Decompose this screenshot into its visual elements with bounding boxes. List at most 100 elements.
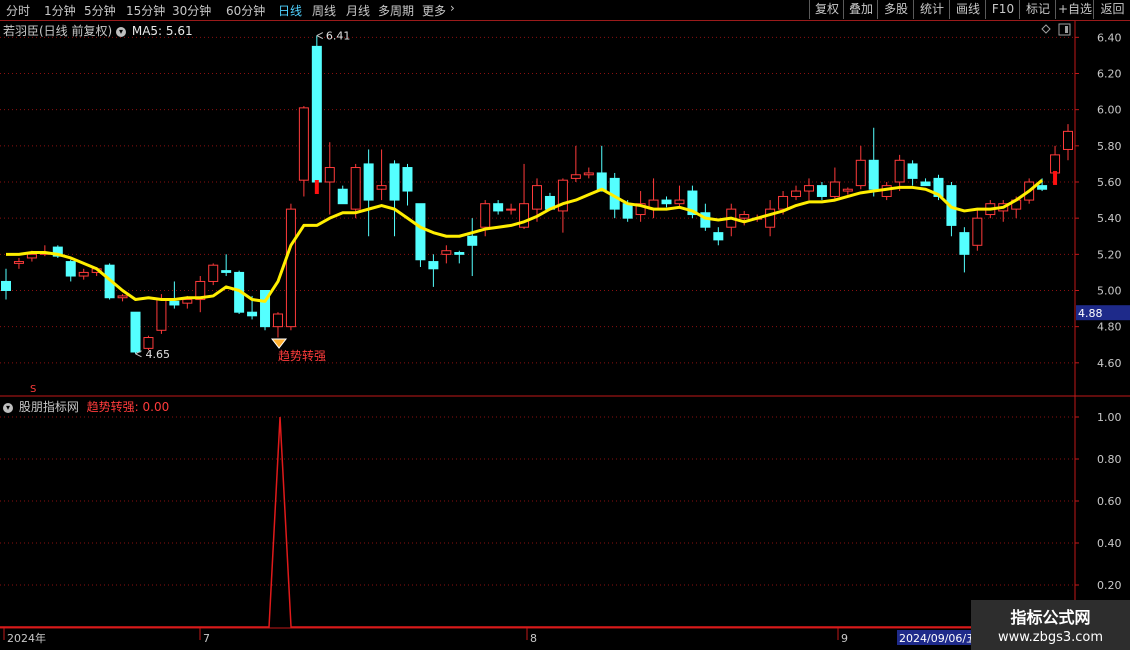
high-arrow-icon (316, 32, 324, 39)
tab-4[interactable]: 30分钟 (172, 2, 211, 19)
candle-body-23 (298, 107, 309, 181)
candle-body-60 (778, 195, 789, 210)
candle-body-80 (1037, 185, 1048, 190)
candle-body-28 (363, 163, 374, 201)
candle-body-22 (285, 208, 296, 328)
main-y-tick-label-5: 5.40 (1097, 212, 1122, 225)
tab-10[interactable]: 更多 (422, 2, 446, 19)
candle-body-64 (829, 181, 840, 197)
main-y-tick-label-3: 5.80 (1097, 140, 1122, 153)
limit-marker-0 (314, 180, 319, 194)
main-y-tick-label-2: 6.00 (1097, 104, 1122, 117)
candle-body-66 (855, 159, 866, 187)
candle-body-33 (428, 261, 439, 270)
candle-body-35 (454, 252, 465, 255)
toolbar-button-5[interactable]: F10 (985, 0, 1020, 19)
candle-body-51 (661, 199, 672, 205)
sub-y-tick-label-2: 0.60 (1097, 495, 1122, 508)
x-axis-label-1: 7 (203, 632, 210, 645)
candle-body-14 (182, 299, 193, 304)
candle-body-81 (1050, 154, 1061, 174)
current-price-text: 4.88 (1078, 307, 1103, 320)
candle-body-19 (247, 311, 258, 317)
candle-body-63 (816, 185, 827, 197)
candle-body-37 (480, 203, 491, 228)
candle-body-65 (842, 188, 853, 192)
candle-body-75 (972, 217, 983, 246)
toolbar-button-3[interactable]: 统计 (913, 0, 950, 19)
toolbar-button-6[interactable]: 标记 (1019, 0, 1056, 19)
candle-body-26 (337, 188, 348, 205)
tab-1[interactable]: 1分钟 (44, 2, 76, 19)
candle-body-1 (13, 261, 24, 264)
mark-s-icon: S (30, 384, 36, 395)
candle-body-31 (402, 167, 413, 192)
candle-body-71 (920, 181, 931, 187)
cursor-date-text: 2024/09/06/五 (899, 632, 977, 645)
x-axis-label-0: 2024年 (7, 631, 46, 645)
candle-body-74 (959, 232, 970, 255)
candle-body-52 (674, 199, 685, 205)
x-axis-label-3: 9 (841, 632, 848, 645)
candle-body-41 (532, 185, 542, 210)
candle-body-30 (389, 163, 400, 201)
main-y-tick-label-8: 4.80 (1097, 321, 1122, 334)
candle-body-2 (26, 253, 37, 259)
candle-body-55 (713, 232, 724, 241)
tab-0[interactable]: 分时 (6, 2, 30, 19)
candle-body-6 (78, 271, 89, 277)
tab-5[interactable]: 60分钟 (226, 2, 265, 19)
panel-expand-icon-bar (1065, 26, 1068, 33)
tab-9[interactable]: 多周期 (378, 2, 414, 19)
candle-body-21 (272, 313, 283, 328)
toolbar-button-8[interactable]: 返回 (1093, 0, 1130, 19)
candle-body-82 (1063, 130, 1073, 150)
kline-chart[interactable]: 6.40 6.20 6.00 5.80 5.60 5.40 5.20 5.00 4.80 4.60… (0, 21, 1130, 650)
candle-body-69 (894, 159, 905, 183)
candle-body-0 (1, 280, 11, 292)
watermark-url: www.zbgs3.com (997, 630, 1104, 645)
toolbar-button-1[interactable]: 叠加 (843, 0, 878, 19)
candle-body-36 (467, 235, 478, 246)
toolbar-button-2[interactable]: 多股 (877, 0, 914, 19)
tab-8[interactable]: 月线 (346, 2, 370, 19)
candle-body-10 (130, 311, 141, 353)
tab-2[interactable]: 5分钟 (84, 2, 116, 19)
main-y-tick-label-0: 6.40 (1097, 31, 1122, 44)
main-y-tick-label-6: 5.20 (1097, 248, 1122, 261)
high-price-label: 6.41 (326, 30, 351, 43)
candle-body-24 (311, 45, 322, 183)
main-y-tick-label-7: 5.00 (1097, 285, 1122, 298)
chevron-right-icon[interactable]: › (450, 1, 455, 15)
candle-body-67 (868, 159, 879, 190)
signal-label: 趋势转强 (278, 348, 326, 363)
low-price-label: 4.65 (146, 348, 171, 361)
limit-marker-1 (1053, 170, 1058, 185)
candle-body-29 (376, 185, 387, 190)
candle-body-27 (350, 167, 361, 210)
watermark: 指标公式网 www.zbgs3.com (971, 600, 1130, 650)
main-y-tick-label-1: 6.20 (1097, 68, 1122, 81)
toolbar-button-0[interactable]: 复权 (809, 0, 844, 19)
sub-y-tick-label-0: 1.00 (1097, 411, 1122, 424)
candle-body-11 (143, 337, 154, 349)
candle-body-44 (570, 174, 581, 179)
period-toolbar: 分时 1分钟 5分钟 15分钟 30分钟 60分钟 日线 周线 月线 多周期 更多 › 复权 叠加 多股 统计… (0, 0, 1130, 20)
candle-body-57 (739, 214, 750, 219)
tab-6[interactable]: 日线 (278, 2, 302, 19)
candle-body-16 (208, 264, 219, 282)
candle-body-12 (156, 299, 167, 331)
candle-body-5 (65, 261, 76, 277)
candle-body-38 (493, 203, 504, 212)
toolbar-button-7[interactable]: +自选 (1055, 0, 1094, 19)
sub-y-tick-label-3: 0.40 (1097, 537, 1122, 550)
diamond-icon (271, 338, 288, 349)
tab-3[interactable]: 15分钟 (126, 2, 165, 19)
candle-body-39 (506, 208, 517, 211)
candle-body-70 (907, 163, 918, 179)
toolbar-button-4[interactable]: 画线 (949, 0, 986, 19)
candle-body-62 (803, 185, 814, 192)
candle-body-17 (221, 270, 232, 273)
tab-7[interactable]: 周线 (312, 2, 336, 19)
watermark-title: 指标公式网 (1010, 608, 1091, 627)
